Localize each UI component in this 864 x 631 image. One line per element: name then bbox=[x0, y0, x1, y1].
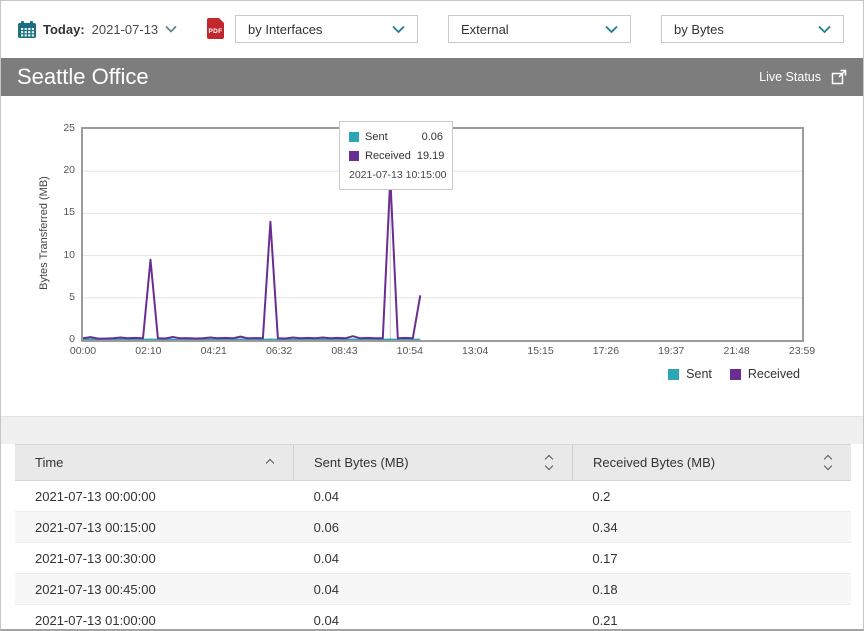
interfaces-dropdown[interactable]: by Interfaces bbox=[235, 15, 418, 43]
table-row: 2021-07-13 00:15:000.060.34 bbox=[15, 512, 851, 543]
table-cell: 0.21 bbox=[572, 613, 851, 628]
chart-panel: Bytes Transferred (MB) Sent Received Sent… bbox=[1, 96, 863, 416]
tooltip-received-value: 19.19 bbox=[417, 150, 445, 162]
received-swatch bbox=[349, 151, 359, 161]
pdf-export-label: PDF bbox=[209, 28, 223, 35]
date-picker-label: Today: bbox=[43, 22, 85, 37]
report-window: Today: 2021-07-13 PDF by Interfaces Exte… bbox=[0, 0, 864, 631]
column-header-label: Time bbox=[35, 455, 63, 470]
chevron-down-icon bbox=[818, 25, 831, 34]
table-row: 2021-07-13 00:45:000.040.18 bbox=[15, 574, 851, 605]
date-picker[interactable]: Today: 2021-07-13 bbox=[18, 15, 177, 43]
legend-item-sent: Sent bbox=[668, 367, 712, 381]
table-cell: 2021-07-13 00:15:00 bbox=[15, 520, 294, 535]
legend-swatch bbox=[730, 369, 741, 380]
column-header-time[interactable]: Time bbox=[15, 445, 293, 480]
x-axis-tick: 04:21 bbox=[190, 345, 238, 357]
sort-ascending-icon bbox=[267, 460, 273, 466]
table-cell: 0.2 bbox=[572, 489, 851, 504]
y-axis-tick: 20 bbox=[49, 164, 75, 176]
external-link-icon bbox=[831, 69, 847, 85]
data-table: Time Sent Bytes (MB) Received Bytes (MB) 2… bbox=[15, 444, 851, 631]
table-cell: 0.04 bbox=[294, 613, 573, 628]
table-cell: 0.04 bbox=[294, 489, 573, 504]
table-panel: Time Sent Bytes (MB) Received Bytes (MB) 2… bbox=[1, 444, 863, 629]
x-axis-tick: 06:32 bbox=[255, 345, 303, 357]
live-status-link[interactable]: Live Status bbox=[759, 69, 847, 85]
y-axis-tick: 0 bbox=[49, 333, 75, 345]
interfaces-dropdown-value: by Interfaces bbox=[248, 22, 392, 37]
y-axis-tick: 5 bbox=[49, 291, 75, 303]
legend-label: Sent bbox=[686, 367, 712, 381]
x-axis-tick: 17:26 bbox=[582, 345, 630, 357]
table-header-row: Time Sent Bytes (MB) Received Bytes (MB) bbox=[15, 444, 851, 481]
table-cell: 0.34 bbox=[572, 520, 851, 535]
interface-filter-dropdown-value: External bbox=[461, 22, 605, 37]
table-row: 2021-07-13 00:30:000.040.17 bbox=[15, 543, 851, 574]
chart-legend: Sent Received bbox=[668, 367, 800, 381]
tooltip-received-row: Received 19.19 bbox=[349, 150, 443, 162]
x-axis-tick: 23:59 bbox=[778, 345, 826, 357]
sort-both-icon bbox=[546, 456, 552, 469]
legend-label: Received bbox=[748, 367, 800, 381]
chevron-down-icon bbox=[392, 25, 405, 34]
x-axis-tick: 10:54 bbox=[386, 345, 434, 357]
x-axis-tick: 08:43 bbox=[320, 345, 368, 357]
table-cell: 0.04 bbox=[294, 582, 573, 597]
table-cell: 0.18 bbox=[572, 582, 851, 597]
x-axis-tick: 21:48 bbox=[713, 345, 761, 357]
table-cell: 2021-07-13 01:00:00 bbox=[15, 613, 294, 628]
table-cell: 0.06 bbox=[294, 520, 573, 535]
column-header-label: Received Bytes (MB) bbox=[593, 455, 715, 470]
tooltip-received-label: Received bbox=[365, 150, 411, 162]
x-axis-tick: 00:00 bbox=[59, 345, 107, 357]
page-title: Seattle Office bbox=[17, 64, 149, 90]
sort-both-icon bbox=[825, 456, 831, 469]
live-status-label: Live Status bbox=[759, 70, 821, 84]
interface-filter-dropdown[interactable]: External bbox=[448, 15, 631, 43]
table-row: 2021-07-13 01:00:000.040.21 bbox=[15, 605, 851, 631]
x-axis-tick: 13:04 bbox=[451, 345, 499, 357]
column-header-received-bytes[interactable]: Received Bytes (MB) bbox=[572, 445, 851, 480]
y-axis-tick: 15 bbox=[49, 206, 75, 218]
y-axis-label: Bytes Transferred (MB) bbox=[38, 127, 52, 339]
title-bar: Seattle Office Live Status bbox=[1, 58, 863, 96]
toolbar: Today: 2021-07-13 PDF by Interfaces Exte… bbox=[1, 1, 863, 59]
legend-item-received: Received bbox=[730, 367, 800, 381]
table-cell: 0.04 bbox=[294, 551, 573, 566]
x-axis-tick: 15:15 bbox=[517, 345, 565, 357]
y-axis-tick: 25 bbox=[49, 122, 75, 134]
series-line-received bbox=[83, 178, 420, 339]
tooltip-sent-label: Sent bbox=[365, 131, 388, 143]
calendar-icon bbox=[18, 21, 36, 38]
column-header-sent-bytes[interactable]: Sent Bytes (MB) bbox=[293, 445, 572, 480]
pdf-export-icon[interactable]: PDF bbox=[207, 18, 224, 39]
table-cell: 2021-07-13 00:30:00 bbox=[15, 551, 294, 566]
column-header-label: Sent Bytes (MB) bbox=[314, 455, 409, 470]
chevron-down-icon bbox=[165, 25, 177, 33]
table-cell: 2021-07-13 00:45:00 bbox=[15, 582, 294, 597]
tooltip-sent-row: Sent 0.06 bbox=[349, 131, 443, 143]
table-cell: 2021-07-13 00:00:00 bbox=[15, 489, 294, 504]
chevron-down-icon bbox=[605, 25, 618, 34]
section-divider bbox=[1, 416, 863, 445]
sent-swatch bbox=[349, 132, 359, 142]
x-axis-tick: 02:10 bbox=[124, 345, 172, 357]
y-axis-tick: 10 bbox=[49, 249, 75, 261]
table-cell: 0.17 bbox=[572, 551, 851, 566]
table-row: 2021-07-13 00:00:000.040.2 bbox=[15, 481, 851, 512]
chart-tooltip: Sent 0.06 Received 19.19 2021-07-13 10:1… bbox=[339, 121, 453, 190]
table-body: 2021-07-13 00:00:000.040.22021-07-13 00:… bbox=[15, 481, 851, 631]
metric-dropdown-value: by Bytes bbox=[674, 22, 818, 37]
tooltip-timestamp: 2021-07-13 10:15:00 bbox=[349, 169, 443, 181]
legend-swatch bbox=[668, 369, 679, 380]
tooltip-sent-value: 0.06 bbox=[422, 131, 443, 143]
date-picker-value: 2021-07-13 bbox=[92, 22, 159, 37]
metric-dropdown[interactable]: by Bytes bbox=[661, 15, 844, 43]
x-axis-tick: 19:37 bbox=[647, 345, 695, 357]
